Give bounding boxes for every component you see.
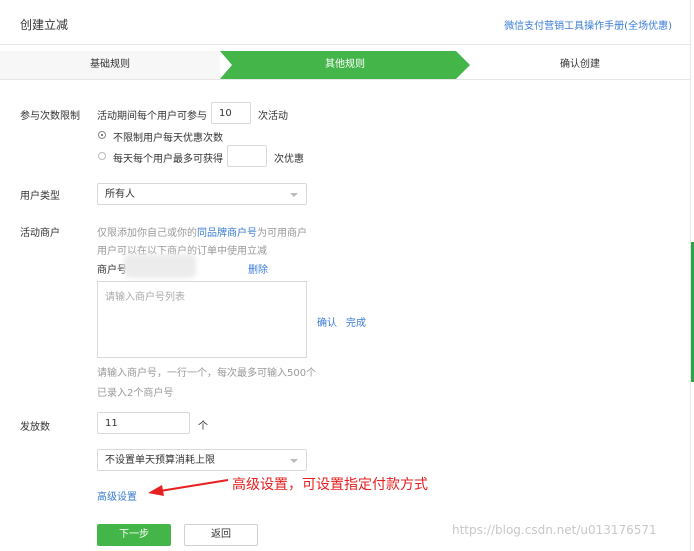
daily-limit-suffix: 次优惠 (274, 154, 304, 165)
user-type-select[interactable]: 所有人 (97, 183, 307, 205)
merchant-hint-suffix: 为可用商户 (257, 228, 307, 239)
step-progress: 基础规则 其他规则 确认创建 (0, 51, 690, 79)
radio-unlimited-daily[interactable] (98, 131, 106, 139)
daily-limit-input[interactable] (227, 145, 267, 167)
back-button[interactable]: 返回 (184, 524, 258, 546)
user-type-selected: 所有人 (105, 189, 135, 200)
merchant-list-placeholder: 请输入商户号列表 (105, 292, 185, 303)
radio-unlimited-daily-label: 不限制用户每天优惠次数 (113, 133, 223, 144)
confirm-merchant-link[interactable]: 确认 (317, 314, 337, 329)
step-confirm-create[interactable]: 确认创建 (470, 51, 690, 79)
step-basic-rules[interactable]: 基础规则 (0, 51, 220, 79)
issue-count-input[interactable]: 11 (97, 412, 190, 434)
participation-times-input[interactable]: 10 (211, 102, 251, 124)
radio-daily-limit[interactable] (98, 152, 106, 160)
merchant-list-textarea[interactable]: 请输入商户号列表 (97, 281, 307, 358)
advanced-settings-link[interactable]: 高级设置 (97, 488, 137, 503)
page-title: 创建立减 (20, 18, 69, 32)
step-basic-rules-label: 基础规则 (90, 59, 130, 70)
merchant-entered-count: 已录入2个商户号 (97, 388, 174, 399)
done-merchant-link[interactable]: 完成 (346, 314, 366, 329)
same-brand-merchant-link[interactable]: 同品牌商户号 (197, 228, 257, 239)
right-border (690, 0, 691, 551)
participation-limit-label: 参与次数限制 (20, 111, 80, 122)
step-other-rules-label: 其他规则 (325, 59, 365, 70)
merchant-label: 活动商户 (20, 228, 60, 239)
step-other-rules[interactable]: 其他规则 (220, 51, 470, 79)
budget-limit-select[interactable]: 不设置单天预算消耗上限 (97, 449, 307, 471)
chevron-down-icon (290, 193, 298, 197)
step-confirm-create-label: 确认创建 (560, 59, 600, 70)
participation-suffix: 次活动 (258, 111, 288, 122)
issue-count-unit: 个 (198, 421, 208, 432)
watermark-text: https://blog.csdn.net/u013176571 (452, 523, 657, 537)
merchant-input-tip: 请输入商户号，一行一个，每次最多可输入500个 (97, 368, 317, 379)
participation-prefix: 活动期间每个用户可参与 (97, 111, 207, 122)
annotation-text: 高级设置，可设置指定付款方式 (232, 477, 428, 493)
radio-daily-limit-label: 每天每个用户最多可获得 (113, 154, 223, 165)
help-manual-link[interactable]: 微信支付营销工具操作手册(全场优惠) (504, 17, 672, 32)
merchant-id-label: 商户号 (97, 265, 127, 276)
header-divider (0, 44, 690, 45)
budget-limit-selected: 不设置单天预算消耗上限 (105, 455, 215, 466)
chevron-down-icon (290, 459, 298, 463)
merchant-hint-prefix: 仅限添加你自己或你的 (97, 228, 197, 239)
delete-merchant-link[interactable]: 删除 (248, 261, 268, 276)
issue-count-label: 发放数 (20, 422, 50, 433)
user-type-label: 用户类型 (20, 191, 60, 202)
merchant-hint-line1: 仅限添加你自己或你的同品牌商户号为可用商户 (97, 224, 307, 239)
redacted-merchant-id (124, 254, 196, 278)
annotation-arrow-icon (148, 479, 229, 496)
steps-divider (0, 79, 690, 80)
next-step-button[interactable]: 下一步 (97, 524, 171, 546)
